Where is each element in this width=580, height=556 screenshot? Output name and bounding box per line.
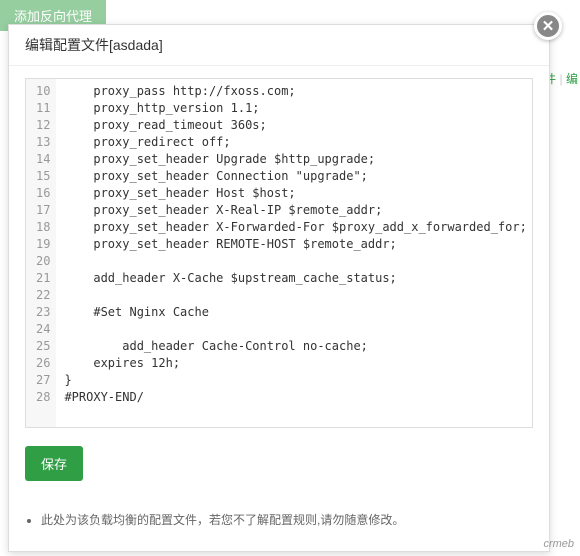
config-note: 此处为该负载均衡的配置文件，若您不了解配置规则,请勿随意修改。: [41, 511, 533, 528]
code-editor[interactable]: 10111213141516171819202122232425262728 p…: [25, 78, 533, 428]
close-button[interactable]: ✕: [534, 12, 562, 40]
code-content[interactable]: proxy_pass http://fxoss.com; proxy_http_…: [56, 79, 533, 427]
close-icon: ✕: [542, 17, 555, 35]
watermark: crmeb: [543, 538, 574, 550]
edit-config-modal: 编辑配置文件[asdada] 1011121314151617181920212…: [8, 24, 550, 552]
save-button[interactable]: 保存: [25, 446, 83, 481]
modal-title: 编辑配置文件[asdada]: [9, 25, 549, 66]
line-gutter: 10111213141516171819202122232425262728: [26, 79, 56, 427]
